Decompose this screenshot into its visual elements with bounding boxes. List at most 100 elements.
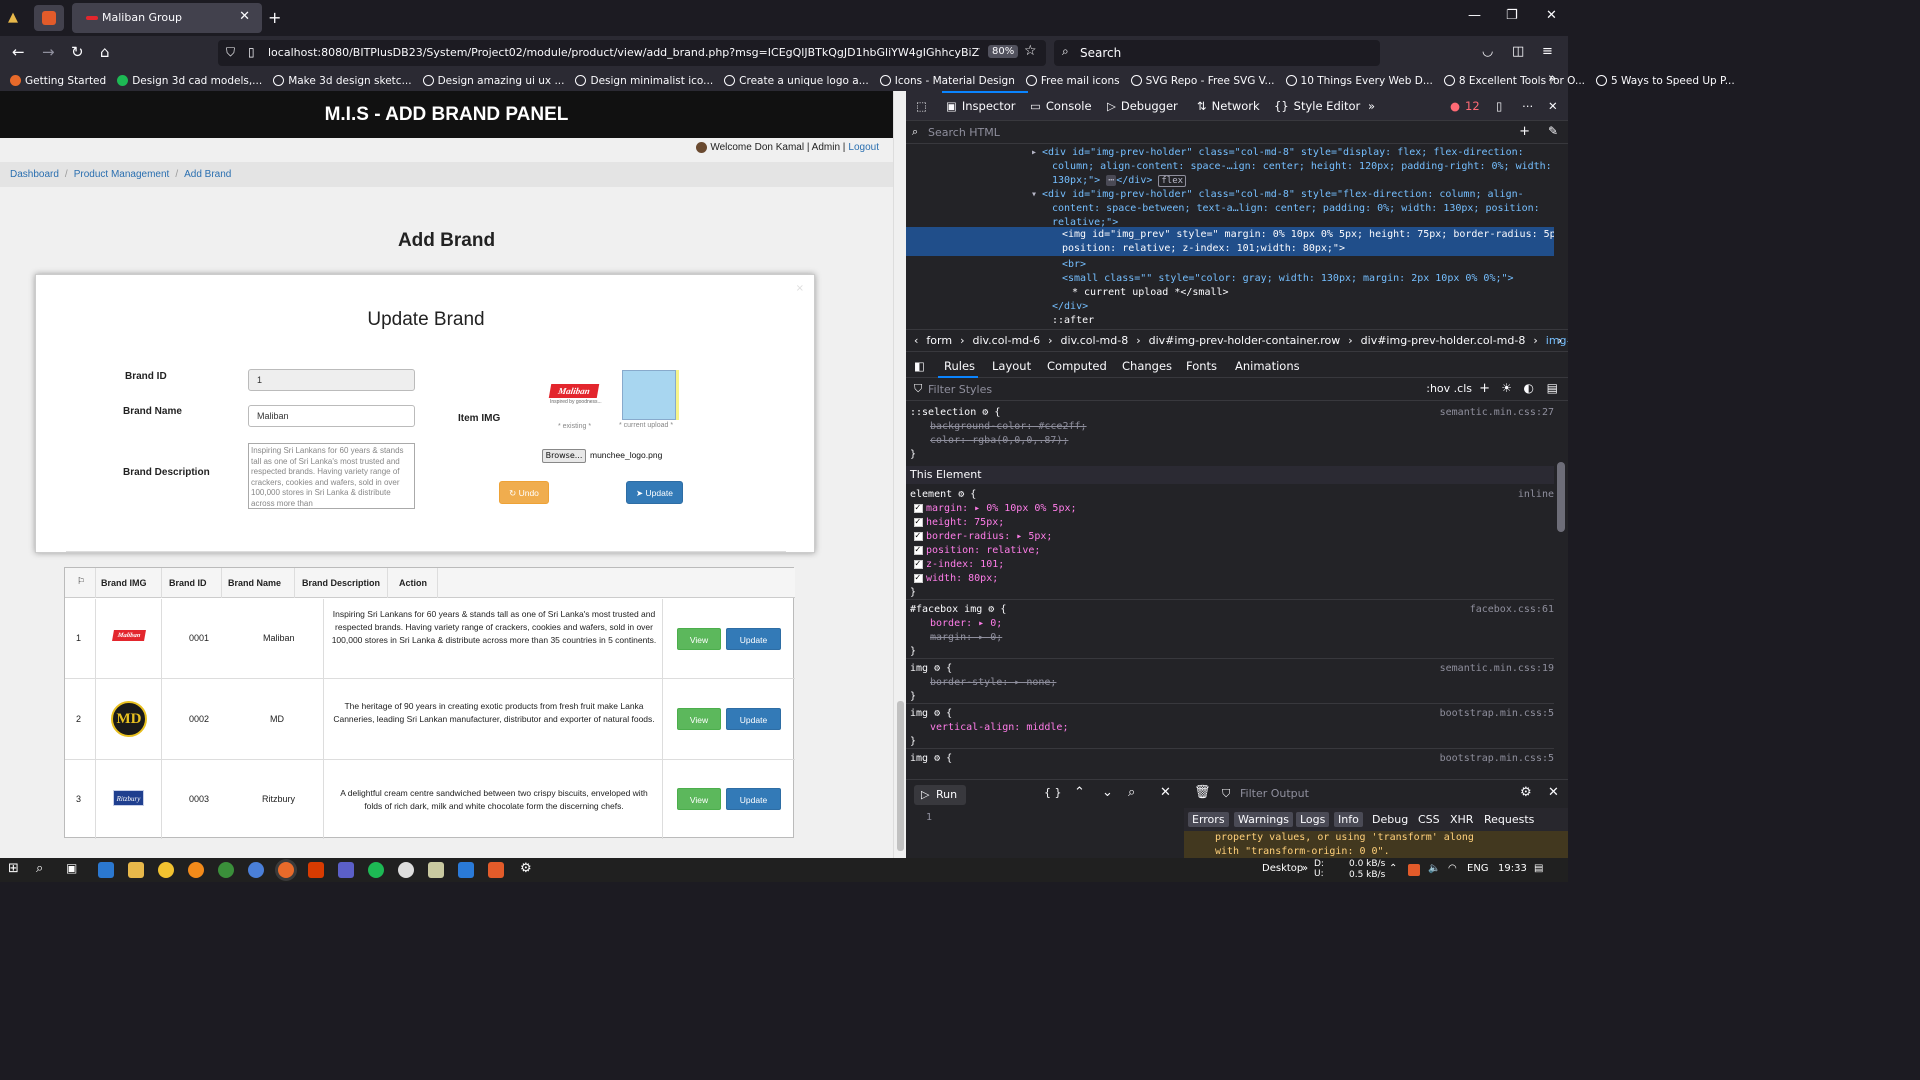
rules-scrollbar[interactable] xyxy=(1556,402,1566,778)
bookmark-star-icon[interactable]: ☆ xyxy=(1024,43,1037,59)
bookmarks-overflow-icon[interactable]: » xyxy=(1548,71,1556,86)
tab-maliban-group[interactable]: Maliban Group ✕ xyxy=(72,3,262,33)
rule-source[interactable]: semantic.min.css:19 xyxy=(1440,662,1554,676)
rule-source[interactable]: bootstrap.min.css:5 xyxy=(1440,707,1554,721)
tracking-shield-icon[interactable]: ⛉ xyxy=(226,45,235,60)
menu-icon[interactable]: ≡ xyxy=(1542,44,1553,59)
more-tabs-icon[interactable]: » xyxy=(1368,99,1375,113)
filter-output-placeholder[interactable]: Filter Output xyxy=(1240,787,1309,800)
toolbar-chevron-icon[interactable]: » xyxy=(1302,863,1308,874)
bookmark-item[interactable]: Make 3d design sketc... xyxy=(273,75,412,87)
breadcrumb-product-management[interactable]: Product Management xyxy=(74,169,170,180)
filter-info[interactable]: Info xyxy=(1334,812,1363,827)
browse-button[interactable]: Browse... xyxy=(542,449,586,463)
bookmark-item[interactable]: Design 3d cad models,... xyxy=(117,75,262,87)
reload-icon[interactable]: ↻ xyxy=(71,43,84,61)
modal-close-icon[interactable]: × xyxy=(796,283,804,294)
markup-line[interactable]: <br> xyxy=(1062,258,1086,272)
rule-selector[interactable]: img ⚙ { xyxy=(910,752,952,766)
app-menu-icon[interactable]: ▲ xyxy=(8,10,24,26)
bookmark-item[interactable]: Getting Started xyxy=(10,75,106,87)
node-crumb[interactable]: form xyxy=(926,334,952,347)
rule-source[interactable]: semantic.min.css:27 xyxy=(1440,406,1554,420)
bookmark-item[interactable]: Design minimalist ico... xyxy=(575,75,713,87)
chrome-icon[interactable] xyxy=(248,862,264,878)
flex-badge[interactable]: flex xyxy=(1158,175,1187,187)
filter-xhr[interactable]: XHR xyxy=(1446,812,1477,827)
bookmark-item[interactable]: 8 Excellent Tools for O... xyxy=(1443,75,1585,87)
undo-button[interactable]: ↻ Undo xyxy=(499,481,549,504)
rule-selector[interactable]: ::selection ⚙ { xyxy=(910,406,1000,420)
bookmark-item[interactable]: Icons - Material Design xyxy=(879,75,1015,87)
settings-icon[interactable]: ⚙ xyxy=(520,861,532,876)
rule-declaration[interactable]: border: ▸ 0; xyxy=(930,617,1002,631)
search-taskbar-icon[interactable]: ⌕ xyxy=(36,861,43,876)
gear-icon[interactable]: ⚙ xyxy=(934,663,940,674)
brand-description-textarea[interactable]: Inspiring Sri Lankans for 60 years & sta… xyxy=(248,443,415,509)
page-scrollbar-thumb[interactable] xyxy=(897,701,904,851)
page-scrollbar[interactable] xyxy=(893,91,906,858)
rule-declaration[interactable]: margin: ▸ 0% 10px 0% 5px; xyxy=(914,502,1077,516)
rule-declaration[interactable]: border-style: ▸ none; xyxy=(930,676,1056,690)
markup-line[interactable]: ▾ <div id="img-prev-holder" class="col-md… xyxy=(1031,188,1524,202)
gear-icon[interactable]: ⚙ xyxy=(934,708,940,719)
node-crumb[interactable]: div#img-prev-holder.col-md-8 xyxy=(1361,334,1526,347)
tab-inspector[interactable]: ▣ Inspector xyxy=(946,99,1016,113)
rule-declaration[interactable]: border-radius: ▸ 5px; xyxy=(914,530,1052,544)
task-view-icon[interactable]: ▣ xyxy=(66,861,77,875)
rule-declaration[interactable]: z-index: 101; xyxy=(914,558,1004,572)
file-explorer-icon[interactable] xyxy=(128,862,144,878)
rule-declaration[interactable]: margin: ▸ 0; xyxy=(930,631,1002,645)
add-node-icon[interactable]: + xyxy=(1519,124,1530,139)
wifi-icon[interactable]: ◠ xyxy=(1448,863,1457,874)
app-icon[interactable] xyxy=(398,862,414,878)
filter-errors[interactable]: Errors xyxy=(1188,812,1229,827)
teams-icon[interactable] xyxy=(338,862,354,878)
rule-declaration[interactable]: color: rgba(0,0,0,.87); xyxy=(930,434,1068,448)
close-editor-icon[interactable]: ✕ xyxy=(1160,785,1171,800)
new-tab-icon[interactable]: + xyxy=(268,8,281,27)
notifications-icon[interactable]: ▤ xyxy=(1534,863,1543,874)
subtab-animations[interactable]: Animations xyxy=(1235,359,1300,373)
expand-icon[interactable]: ▸ xyxy=(1031,146,1037,160)
bookmark-item[interactable]: Free mail icons xyxy=(1025,75,1120,87)
tab-network[interactable]: ⇅ Network xyxy=(1197,99,1260,113)
property-checkbox[interactable] xyxy=(914,544,923,557)
markup-line[interactable]: </div> xyxy=(1052,300,1088,314)
run-button[interactable]: Run xyxy=(914,785,966,805)
pocket-icon[interactable]: ◡ xyxy=(1482,44,1493,59)
filter-debug[interactable]: Debug xyxy=(1368,812,1412,827)
subtab-fonts[interactable]: Fonts xyxy=(1186,359,1217,373)
filter-requests[interactable]: Requests xyxy=(1480,812,1538,827)
restore-icon[interactable]: ❐ xyxy=(1506,8,1518,23)
markup-line[interactable]: column; align-content: space-…ign: cente… xyxy=(1052,160,1552,174)
tab-debugger[interactable]: ▷ Debugger xyxy=(1107,99,1178,113)
filter-warnings[interactable]: Warnings xyxy=(1234,812,1293,827)
subtab-changes[interactable]: Changes xyxy=(1122,359,1172,373)
url-text[interactable]: localhost:8080/BITPlusDB23/System/Projec… xyxy=(268,46,980,59)
property-checkbox[interactable] xyxy=(914,502,923,515)
search-bar[interactable]: ⌕ Search xyxy=(1054,40,1380,66)
update-row-button[interactable]: Update xyxy=(726,628,781,650)
devtools-menu-icon[interactable]: ⋯ xyxy=(1522,99,1534,113)
responsive-design-icon[interactable]: ▯ xyxy=(1496,99,1502,113)
filter-logs[interactable]: Logs xyxy=(1296,812,1330,827)
app-icon[interactable] xyxy=(98,862,114,878)
magnifier-icon[interactable]: ⌕ xyxy=(1128,785,1135,800)
update-button[interactable]: ➤ Update xyxy=(626,481,683,504)
console-settings-icon[interactable]: ⚙ xyxy=(1520,785,1532,800)
element-picker-icon[interactable]: ⬚ xyxy=(916,99,927,113)
markup-line[interactable]: 130px;"> ⋯ </div> flex xyxy=(1052,174,1187,188)
view-button[interactable]: View xyxy=(677,788,721,810)
breadcrumb-forward-icon[interactable]: › xyxy=(1558,334,1562,347)
rule-declaration[interactable]: position: relative; xyxy=(914,544,1040,558)
property-checkbox[interactable] xyxy=(914,572,923,585)
view-button[interactable]: View xyxy=(677,708,721,730)
filter-styles[interactable]: ⛉ Filter Styles :hov .cls + ☀ ◐ ▤ xyxy=(906,379,1568,401)
node-crumb[interactable]: div.col-md-6 xyxy=(972,334,1040,347)
tab-console[interactable]: ▭ Console xyxy=(1030,99,1092,113)
volume-icon[interactable]: 🔈 xyxy=(1428,863,1440,874)
update-row-button[interactable]: Update xyxy=(726,708,781,730)
start-icon[interactable]: ⊞ xyxy=(8,861,19,876)
breadcrumb-back-icon[interactable]: ‹ xyxy=(914,334,918,347)
